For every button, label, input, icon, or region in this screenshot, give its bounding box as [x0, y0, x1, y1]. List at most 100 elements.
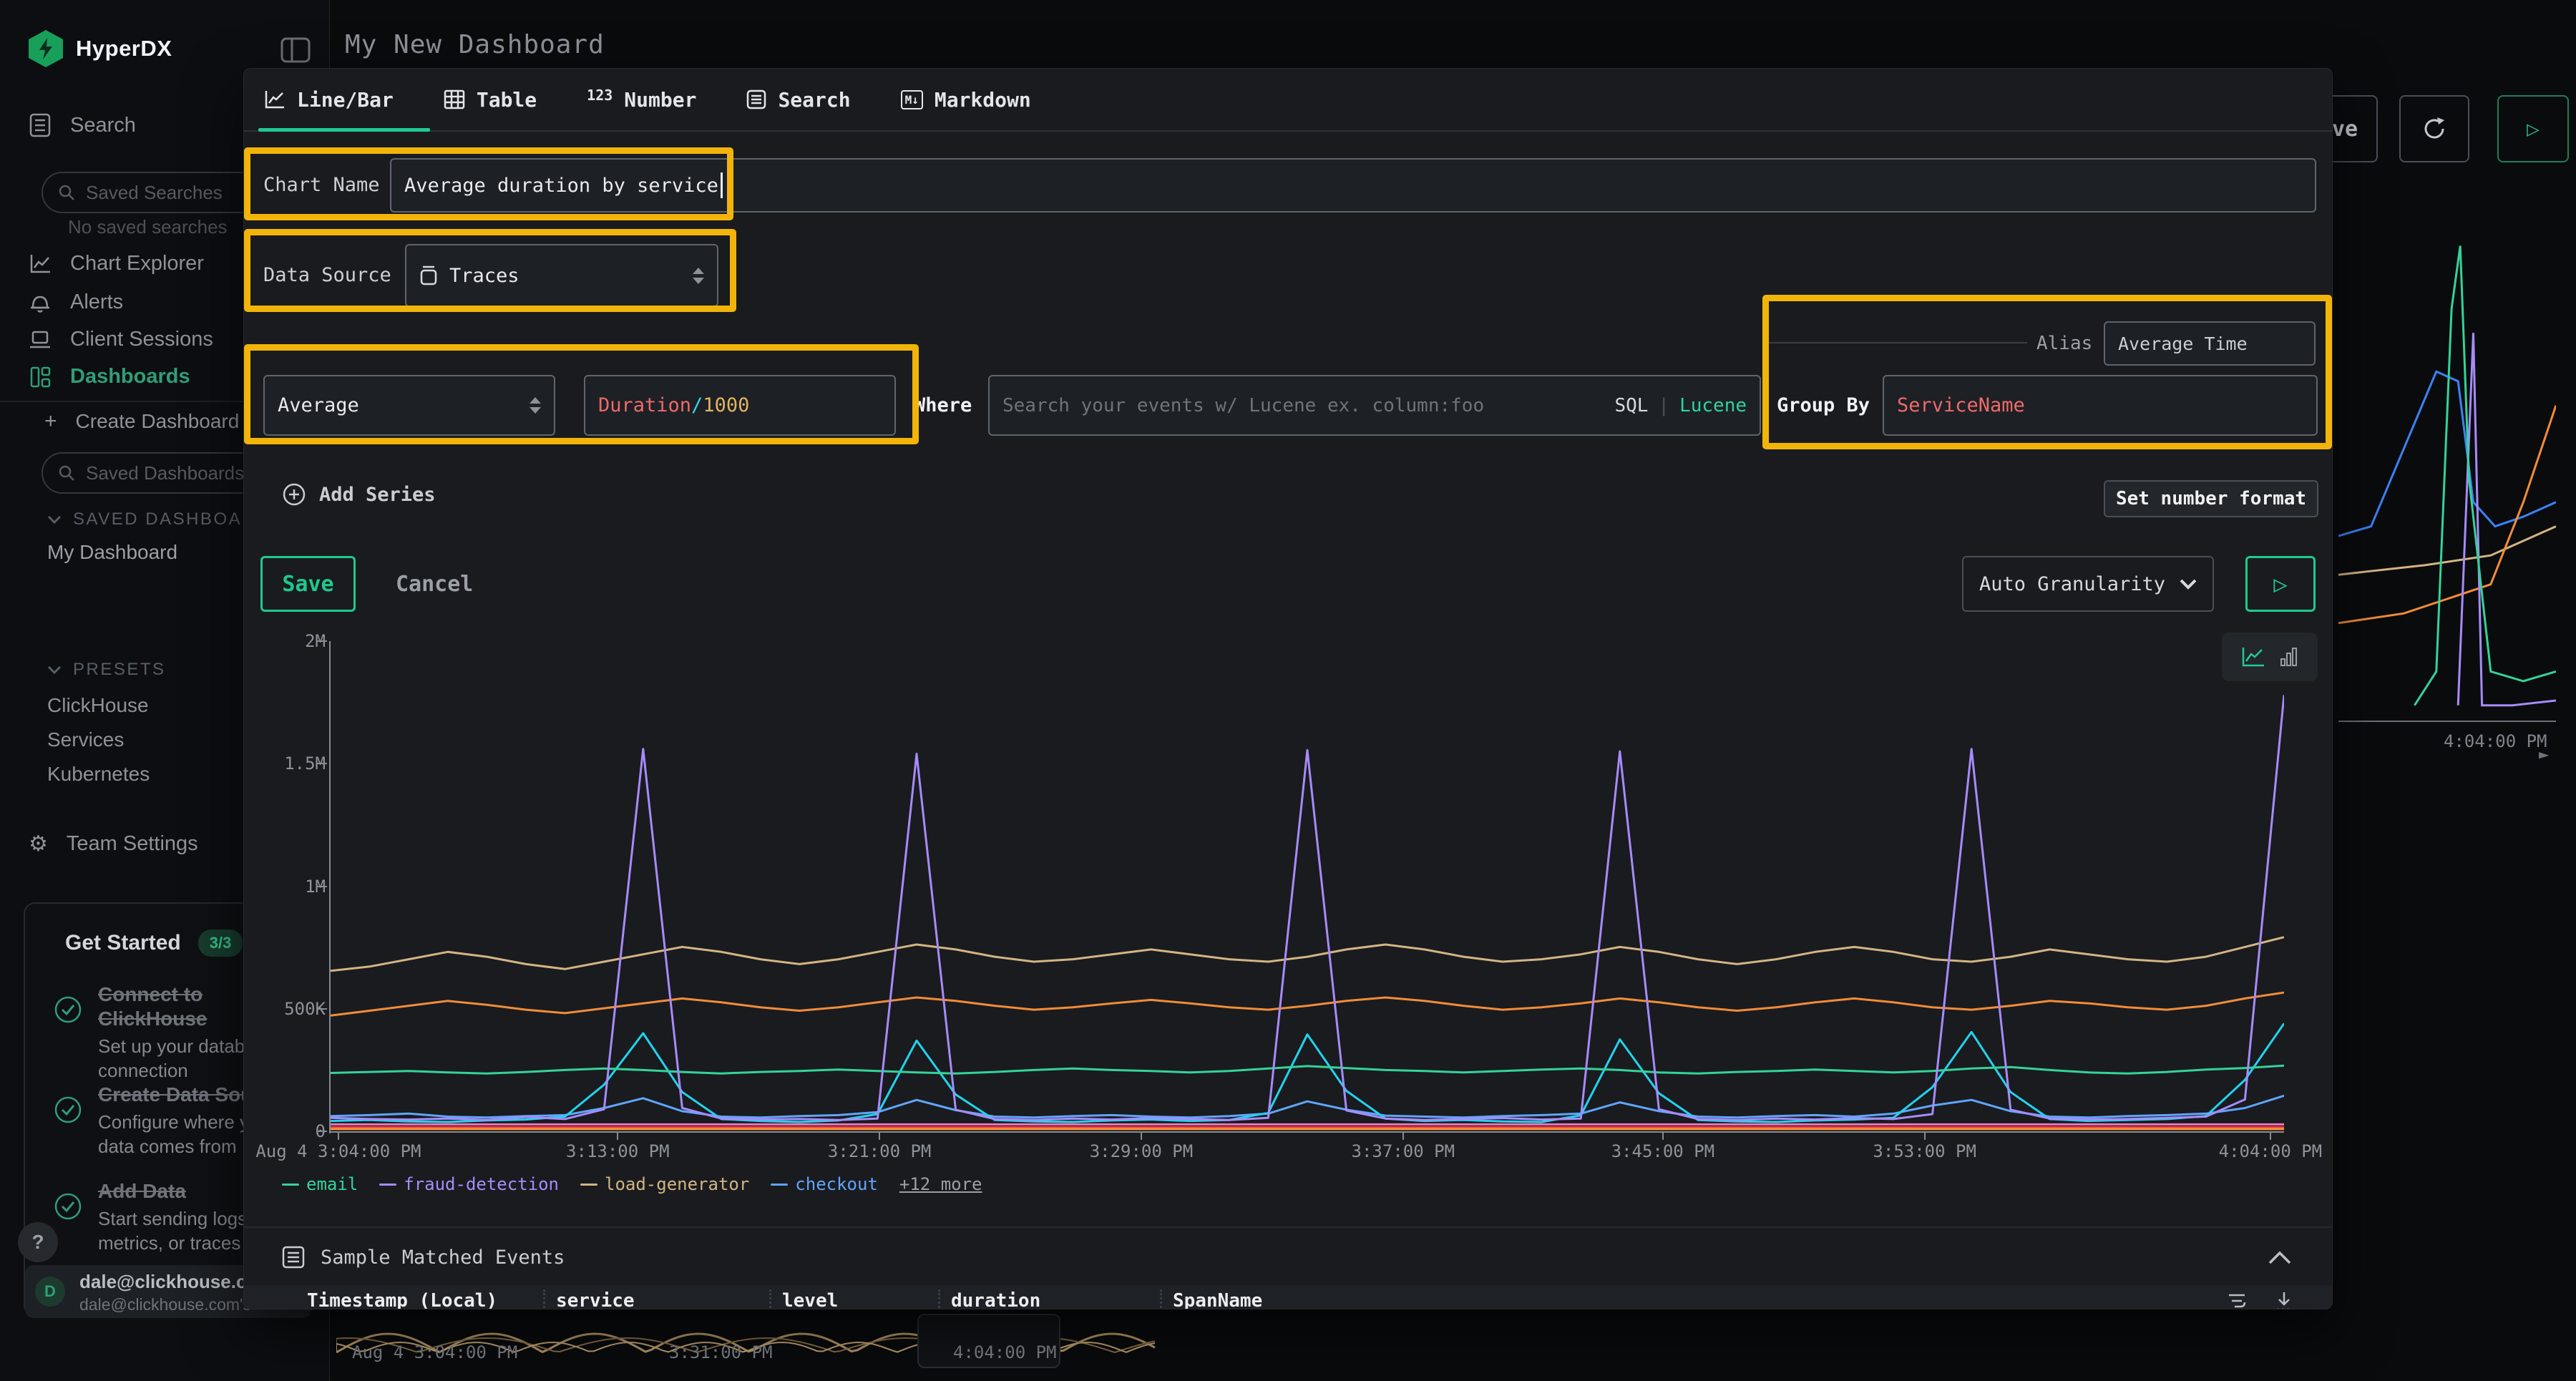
laptop-icon — [29, 329, 52, 351]
legend-label: fraud-detection — [404, 1174, 559, 1194]
check-circle-icon — [54, 1095, 82, 1124]
help-button[interactable]: ? — [18, 1222, 58, 1262]
run-query-button[interactable]: ▷ — [2245, 556, 2316, 612]
tab-markdown[interactable]: M↓ Markdown — [901, 88, 1031, 112]
data-source-value: Traces — [449, 265, 519, 287]
x-tick-mark — [1402, 1133, 1404, 1140]
x-tick-mark — [1141, 1133, 1142, 1140]
x-tick-label: 3:37:00 PM — [1352, 1141, 1455, 1161]
sidebar-item-client-sessions[interactable]: Client Sessions — [29, 328, 213, 351]
get-started-title: Get Started — [65, 931, 181, 955]
alias-value: Average Time — [2118, 333, 2248, 354]
sidebar-item-clickhouse[interactable]: ClickHouse — [47, 694, 149, 717]
data-source-label: Data Source — [263, 244, 391, 307]
tab-label: Table — [477, 88, 537, 112]
sidebar-item-team-settings[interactable]: ⚙ Team Settings — [29, 831, 198, 857]
presets-section[interactable]: PRESETS — [47, 660, 166, 680]
x-axis-ticks — [331, 1133, 2284, 1140]
y-tick-mark — [317, 1131, 327, 1132]
cancel-button[interactable]: Cancel — [396, 556, 473, 612]
tab-line-bar[interactable]: Line/Bar — [264, 88, 394, 112]
dashboard-run-button[interactable]: ▷ — [2497, 95, 2569, 162]
legend-dash-icon — [771, 1184, 788, 1186]
sidebar-item-kubernetes[interactable]: Kubernetes — [47, 763, 150, 786]
chart-type-tabs: Line/Bar Table 123 Number — [244, 69, 2332, 132]
set-number-format-button[interactable]: Set number format — [2104, 480, 2318, 517]
x-tick-mark — [879, 1133, 880, 1140]
sidebar-item-label: Search — [70, 114, 136, 137]
number-123-icon: 123 — [587, 87, 613, 104]
select-updown-icon — [693, 268, 704, 284]
group-by-input[interactable]: ServiceName — [1883, 375, 2318, 436]
table-column-header[interactable]: SpanName — [1173, 1285, 1262, 1309]
granularity-select[interactable]: Auto Granularity — [1962, 556, 2214, 612]
create-dashboard-button[interactable]: + Create Dashboard — [44, 409, 239, 434]
chart-line-icon — [29, 253, 52, 275]
where-search-input[interactable]: Search your events w/ Lucene ex. column:… — [988, 375, 1761, 436]
legend-more-link[interactable]: +12 more — [899, 1174, 982, 1194]
user-subtitle: dale@clickhouse.com's — [79, 1295, 251, 1314]
save-button[interactable]: Save — [260, 556, 356, 612]
x-tick-mark — [2270, 1133, 2271, 1140]
brand[interactable]: HyperDX — [29, 30, 172, 67]
tab-search[interactable]: Search — [746, 88, 850, 112]
x-axis-labels: Aug 4 3:04:00 PM3:13:00 PM3:21:00 PM3:29… — [331, 1141, 2284, 1163]
y-tick-mark — [317, 886, 327, 887]
table-column-header[interactable]: service — [556, 1285, 635, 1309]
aggregation-select[interactable]: Average — [263, 375, 555, 436]
group-by-value: ServiceName — [1897, 394, 2025, 416]
scroll-right-icon[interactable]: ► — [2539, 744, 2549, 764]
hyperdx-logo-icon — [29, 30, 63, 67]
aggregation-field-input[interactable]: Duration/1000 — [584, 375, 896, 436]
column-separator — [769, 1289, 771, 1309]
select-updown-icon — [530, 397, 541, 414]
toggle-divider: | — [1658, 395, 1669, 416]
table-column-header[interactable]: level — [782, 1285, 838, 1309]
alias-input[interactable]: Average Time — [2104, 321, 2316, 366]
legend-item[interactable]: fraud-detection — [379, 1174, 559, 1194]
create-dashboard-label: Create Dashboard — [76, 410, 240, 433]
legend-item[interactable]: email — [282, 1174, 358, 1194]
play-icon: ▷ — [2527, 117, 2540, 142]
sidebar-item-dashboards[interactable]: Dashboards — [29, 365, 190, 389]
tab-label: Line/Bar — [297, 88, 394, 112]
tab-number[interactable]: 123 Number — [587, 88, 696, 112]
lucene-toggle[interactable]: Lucene — [1679, 395, 1747, 416]
filter-icon[interactable] — [2228, 1292, 2249, 1309]
tab-table[interactable]: Table — [444, 88, 537, 112]
series-divider — [1762, 342, 2027, 343]
sidebar-item-services[interactable]: Services — [47, 728, 124, 751]
sidebar-item-chart-explorer[interactable]: Chart Explorer — [29, 252, 204, 275]
active-tab-underline — [258, 128, 430, 132]
background-bottom-xlabel: 4:04:00 PM — [953, 1342, 1057, 1362]
chart-name-value: Average duration by service — [404, 175, 718, 197]
chart-name-input[interactable]: Average duration by service — [390, 158, 2316, 213]
lightning-icon — [36, 38, 55, 59]
y-tick-mark — [317, 640, 327, 642]
sidebar-item-alerts[interactable]: Alerts — [29, 291, 123, 314]
legend-item[interactable]: checkout — [771, 1174, 878, 1194]
collapse-sidebar-icon[interactable] — [280, 37, 311, 63]
data-source-select[interactable]: Traces — [405, 244, 718, 307]
add-series-button[interactable]: Add Series — [282, 482, 436, 507]
sample-events-title: Sample Matched Events — [321, 1246, 565, 1269]
sql-toggle[interactable]: SQL — [1614, 395, 1648, 416]
download-icon[interactable] — [2275, 1291, 2293, 1309]
no-saved-searches-text: No saved searches — [68, 216, 228, 238]
legend-label: load-generator — [605, 1174, 749, 1194]
sample-events-header[interactable]: Sample Matched Events — [282, 1246, 565, 1269]
where-label: Where — [914, 375, 972, 436]
sidebar-item-my-dashboard[interactable]: My Dashboard — [47, 541, 177, 564]
table-column-header[interactable]: duration — [951, 1285, 1040, 1309]
sidebar-item-search[interactable]: Search — [29, 113, 136, 137]
tab-label: Search — [778, 88, 850, 112]
refresh-icon — [2420, 114, 2449, 143]
table-column-header[interactable]: Timestamp (Local) — [307, 1285, 497, 1309]
legend-item[interactable]: load-generator — [580, 1174, 749, 1194]
alias-label: Alias — [2036, 321, 2092, 366]
collapse-chevron-up-icon[interactable] — [2268, 1251, 2292, 1265]
operator-token: / — [691, 394, 703, 416]
background-bottom-xlabel: Aug 4 3:04:00 PM — [352, 1342, 517, 1362]
chevron-down-icon — [47, 515, 62, 524]
refresh-button[interactable] — [2399, 95, 2469, 162]
